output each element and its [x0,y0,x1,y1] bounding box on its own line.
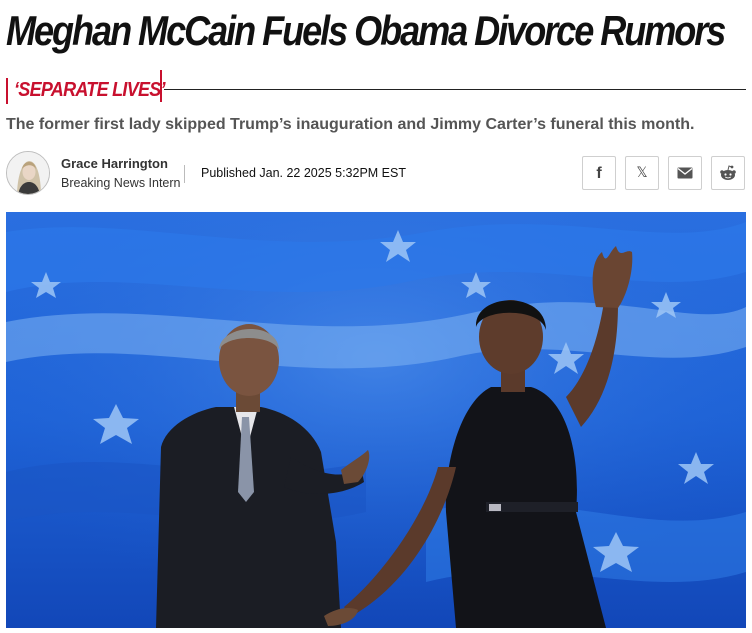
byline: Grace Harrington Breaking News Intern Pu… [6,150,746,198]
author-avatar-image [7,152,49,194]
email-icon [677,167,693,179]
facebook-icon: f [596,164,602,182]
byline-divider [184,165,185,183]
author-role: Breaking News Intern [61,176,181,190]
reddit-icon [719,165,737,181]
published-date: Published Jan. 22 2025 5:32PM EST [201,166,406,180]
kicker-divider-line [164,89,746,90]
article-page: Meghan McCain Fuels Obama Divorce Rumors… [0,0,752,633]
hero-photo [6,212,746,628]
kicker-bar-left [6,78,8,104]
author-name[interactable]: Grace Harrington [61,155,168,173]
article-kicker[interactable]: ‘SEPARATE LIVES’ [14,76,166,104]
hero-image[interactable] [6,212,746,628]
kicker-row: ‘SEPARATE LIVES’ [6,70,746,108]
share-x-button[interactable]: 𝕏 [625,156,659,190]
share-facebook-button[interactable]: f [582,156,616,190]
share-reddit-button[interactable] [711,156,745,190]
author-avatar[interactable] [6,151,50,195]
x-icon: 𝕏 [636,164,648,181]
share-email-button[interactable] [668,156,702,190]
article-dek: The former first lady skipped Trump’s in… [6,116,695,133]
kicker-bar-right [160,70,162,102]
article-headline: Meghan McCain Fuels Obama Divorce Rumors [6,7,726,54]
